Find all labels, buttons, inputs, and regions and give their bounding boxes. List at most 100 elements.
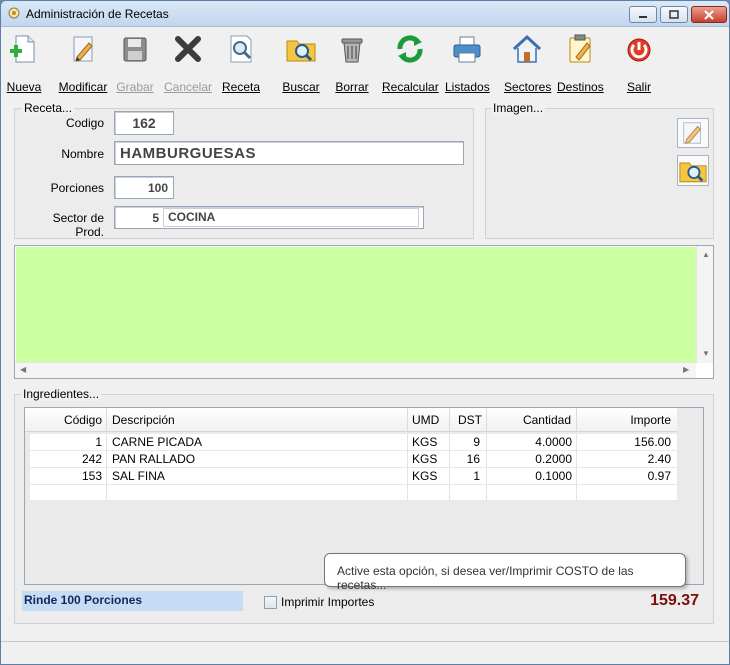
sector-field[interactable]: 5 COCINA — [114, 206, 424, 229]
edit-image-button[interactable] — [677, 118, 709, 148]
house-icon — [512, 34, 542, 63]
borrar-label: Borrar — [335, 80, 369, 94]
window-title: Administración de Recetas — [26, 7, 169, 21]
cell-codigo: 242 — [81, 452, 102, 466]
cancelar-button[interactable]: Cancelar — [163, 31, 213, 95]
tooltip: Active esta opción, si desea ver/Imprimi… — [324, 553, 686, 592]
cell-dst: 16 — [466, 452, 480, 466]
vertical-scrollbar[interactable]: ▲ ▼ — [696, 246, 713, 363]
sectores-label: Sectores — [504, 80, 552, 94]
recalcular-label: Recalcular — [382, 80, 439, 94]
table-row[interactable]: 1 CARNE PICADA KGS 9 4.0000 156.00 — [30, 434, 677, 451]
nombre-label: Nombre — [61, 147, 104, 161]
cell-cantidad: 0.2000 — [535, 452, 572, 466]
save-disk-icon — [123, 37, 147, 62]
trash-icon — [341, 38, 363, 63]
preview-magnifier-icon — [230, 35, 252, 63]
borrar-button[interactable]: Borrar — [334, 31, 370, 95]
minimize-icon — [639, 15, 647, 18]
cell-importe: 156.00 — [634, 435, 671, 449]
cell-umd: KGS — [412, 435, 438, 449]
scroll-right-icon[interactable]: ▶ — [683, 365, 689, 374]
maximize-icon — [669, 10, 679, 19]
receta-label: Receta — [221, 80, 261, 94]
status-bar — [1, 641, 729, 664]
codigo-field[interactable]: 162 — [114, 111, 174, 135]
table-body: 1 CARNE PICADA KGS 9 4.0000 156.00 242 P… — [30, 434, 677, 502]
maximize-button[interactable] — [660, 6, 688, 23]
minimize-button[interactable] — [629, 6, 657, 23]
grabar-label: Grabar — [116, 80, 154, 94]
close-button[interactable] — [691, 6, 727, 23]
col-dst[interactable]: DST — [450, 413, 482, 427]
ingredientes-group-label: Ingredientes... — [21, 387, 102, 401]
cell-umd: KGS — [412, 469, 438, 483]
cell-codigo: 153 — [81, 469, 102, 483]
cancel-x-icon — [175, 36, 201, 62]
buscar-label: Buscar — [282, 80, 320, 94]
scroll-down-icon[interactable]: ▼ — [702, 349, 710, 358]
power-icon — [627, 38, 651, 62]
recalc-arrows-icon — [397, 35, 423, 63]
destinos-button[interactable]: Destinos — [557, 31, 604, 95]
title-bar: Administración de Recetas — [1, 1, 729, 27]
cell-codigo: 1 — [95, 435, 102, 449]
search-image-button[interactable] — [677, 155, 709, 186]
recalcular-button[interactable]: Recalcular — [382, 31, 439, 95]
cell-dst: 9 — [473, 435, 480, 449]
col-importe[interactable]: Importe — [577, 413, 671, 427]
nueva-button[interactable]: Nueva — [5, 31, 43, 95]
cell-descripcion: CARNE PICADA — [112, 435, 203, 449]
sector-name: COCINA — [163, 208, 419, 227]
col-descripcion[interactable]: Descripción — [112, 413, 402, 427]
imprimir-importes-checkbox[interactable] — [264, 596, 277, 609]
scroll-left-icon[interactable]: ◀ — [20, 365, 26, 374]
grabar-button[interactable]: Grabar — [115, 31, 155, 95]
search-folder-icon — [679, 162, 707, 183]
modificar-button[interactable]: Modificar — [58, 31, 108, 95]
search-folder-icon — [286, 40, 316, 62]
cell-cantidad: 0.1000 — [535, 469, 572, 483]
clipboard-icon — [569, 34, 591, 63]
porciones-label: Porciones — [50, 181, 104, 195]
cell-descripcion: SAL FINA — [112, 469, 165, 483]
cell-importe: 2.40 — [647, 452, 671, 466]
nombre-field[interactable]: HAMBURGUESAS — [114, 141, 464, 165]
sector-code: 5 — [152, 210, 159, 225]
imagen-group-label: Imagen... — [491, 101, 546, 115]
main-window: Administración de Recetas Nueva Modifica… — [0, 0, 730, 665]
printer-icon — [453, 36, 481, 63]
porciones-field[interactable]: 100 — [114, 176, 174, 199]
salir-button[interactable]: Salir — [621, 31, 657, 95]
table-row[interactable]: 242 PAN RALLADO KGS 16 0.2000 2.40 — [30, 451, 677, 468]
col-codigo[interactable]: Código — [30, 413, 102, 427]
buscar-button[interactable]: Buscar — [281, 31, 321, 95]
edit-pencil-icon — [683, 122, 702, 144]
imprimir-importes-label[interactable]: Imprimir Importes — [281, 595, 374, 609]
col-umd[interactable]: UMD — [412, 413, 452, 427]
codigo-label: Codigo — [65, 116, 104, 130]
horizontal-scrollbar[interactable]: ◀ ▶ — [15, 362, 696, 378]
new-doc-icon — [10, 35, 35, 63]
close-icon — [704, 9, 714, 20]
receta-group-label: Receta... — [22, 101, 75, 115]
col-cantidad[interactable]: Cantidad — [487, 413, 571, 427]
receta-button[interactable]: Receta — [219, 31, 263, 95]
listados-label: Listados — [445, 80, 490, 94]
total-importe: 159.37 — [650, 592, 699, 609]
cell-descripcion: PAN RALLADO — [112, 452, 196, 466]
cell-importe: 0.97 — [647, 469, 671, 483]
sectores-button[interactable]: Sectores — [504, 31, 552, 95]
notes-area[interactable] — [16, 247, 696, 363]
table-row[interactable]: 153 SAL FINA KGS 1 0.1000 0.97 — [30, 468, 677, 485]
rinde-porciones-label: Rinde 100 Porciones — [22, 591, 243, 611]
listados-button[interactable]: Listados — [445, 31, 490, 95]
destinos-label: Destinos — [557, 80, 604, 94]
table-row-empty[interactable] — [30, 485, 677, 502]
scroll-up-icon[interactable]: ▲ — [702, 250, 710, 259]
notes-memo[interactable]: ▲ ▼ ◀ ▶ — [14, 245, 714, 379]
modificar-label: Modificar — [58, 80, 108, 94]
cell-dst: 1 — [473, 469, 480, 483]
toolbar: Nueva Modificar Grabar Cancelar Receta B… — [1, 27, 729, 95]
edit-pencil-icon — [73, 36, 93, 62]
